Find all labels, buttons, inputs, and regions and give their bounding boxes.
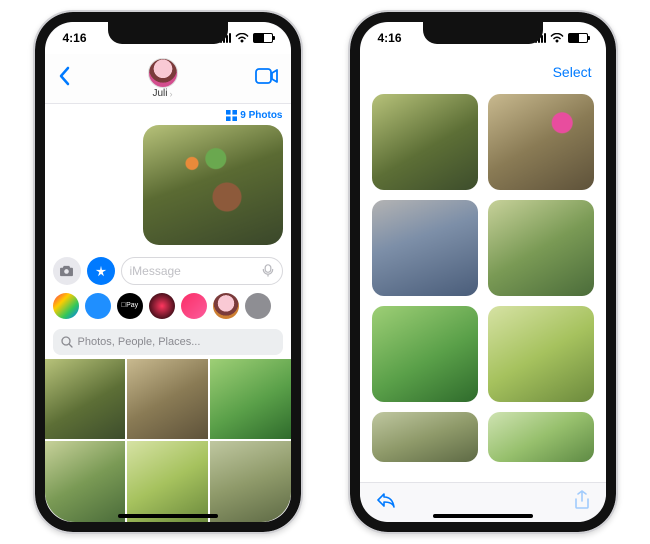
more-app[interactable] [245,293,271,319]
photo-stack-thumb[interactable] [488,306,594,402]
photo-stack-thumb[interactable] [372,94,478,190]
home-indicator[interactable] [118,514,218,518]
message-input[interactable]: iMessage [121,257,283,285]
photo-picker-thumb[interactable] [210,359,291,440]
conversation-header: Juli › [45,54,291,104]
contact-chip[interactable]: Juli › [148,58,178,99]
select-button[interactable]: Select [553,64,592,80]
notch [108,22,228,44]
home-indicator[interactable] [433,514,533,518]
fitness-app[interactable] [149,293,175,319]
search-placeholder: Photos, People, Places... [78,336,201,348]
photo-stack-thumb[interactable] [488,200,594,296]
imessage-app-strip[interactable]: Pay [45,291,291,325]
conversation-body: 9 Photos [45,104,291,251]
notch [423,22,543,44]
photo-stack-thumb[interactable] [488,94,594,190]
back-button[interactable] [57,66,71,92]
music-app[interactable] [181,293,207,319]
photo-bubble[interactable] [143,125,283,245]
memoji-app[interactable] [213,293,239,319]
appstore-app[interactable] [85,293,111,319]
battery-icon [253,33,273,43]
reply-button[interactable] [376,492,396,513]
photo-search-input[interactable]: Photos, People, Places... [53,329,283,355]
stack-header: Select [360,54,606,90]
phone-photostack: 4:16 Select [348,10,618,534]
share-button[interactable] [574,490,590,515]
app-drawer-button[interactable] [87,257,115,285]
phone-messages: 4:16 Juli › [33,10,303,534]
facetime-button[interactable] [255,68,279,89]
grid-icon [226,110,237,121]
photo-picker-thumb[interactable] [127,441,208,522]
photo-picker-thumb[interactable] [210,441,291,522]
camera-button[interactable] [53,257,81,285]
photo-stack-thumb[interactable] [372,200,478,296]
battery-icon [568,33,588,43]
status-time: 4:16 [378,31,402,45]
dictate-icon[interactable] [262,262,274,280]
contact-name: Juli [152,88,167,99]
status-time: 4:16 [63,31,87,45]
photo-stack-thumb[interactable] [372,412,478,462]
photo-stack-grid[interactable] [372,94,594,462]
applepay-app[interactable]: Pay [117,293,143,319]
search-icon [61,336,73,348]
photo-stack-count[interactable]: 9 Photos [53,110,283,121]
photo-stack-thumb[interactable] [372,306,478,402]
input-row: iMessage [45,251,291,291]
photo-picker-thumb[interactable] [127,359,208,440]
wifi-icon [550,33,564,43]
photo-stack-thumb[interactable] [488,412,594,462]
chevron-right-icon: › [170,89,173,99]
photos-app[interactable] [53,293,79,319]
wifi-icon [235,33,249,43]
message-placeholder: iMessage [130,264,181,278]
contact-avatar [148,58,178,88]
photo-picker-thumb[interactable] [45,441,126,522]
photo-picker-grid[interactable] [45,359,291,522]
photo-picker-thumb[interactable] [45,359,126,440]
